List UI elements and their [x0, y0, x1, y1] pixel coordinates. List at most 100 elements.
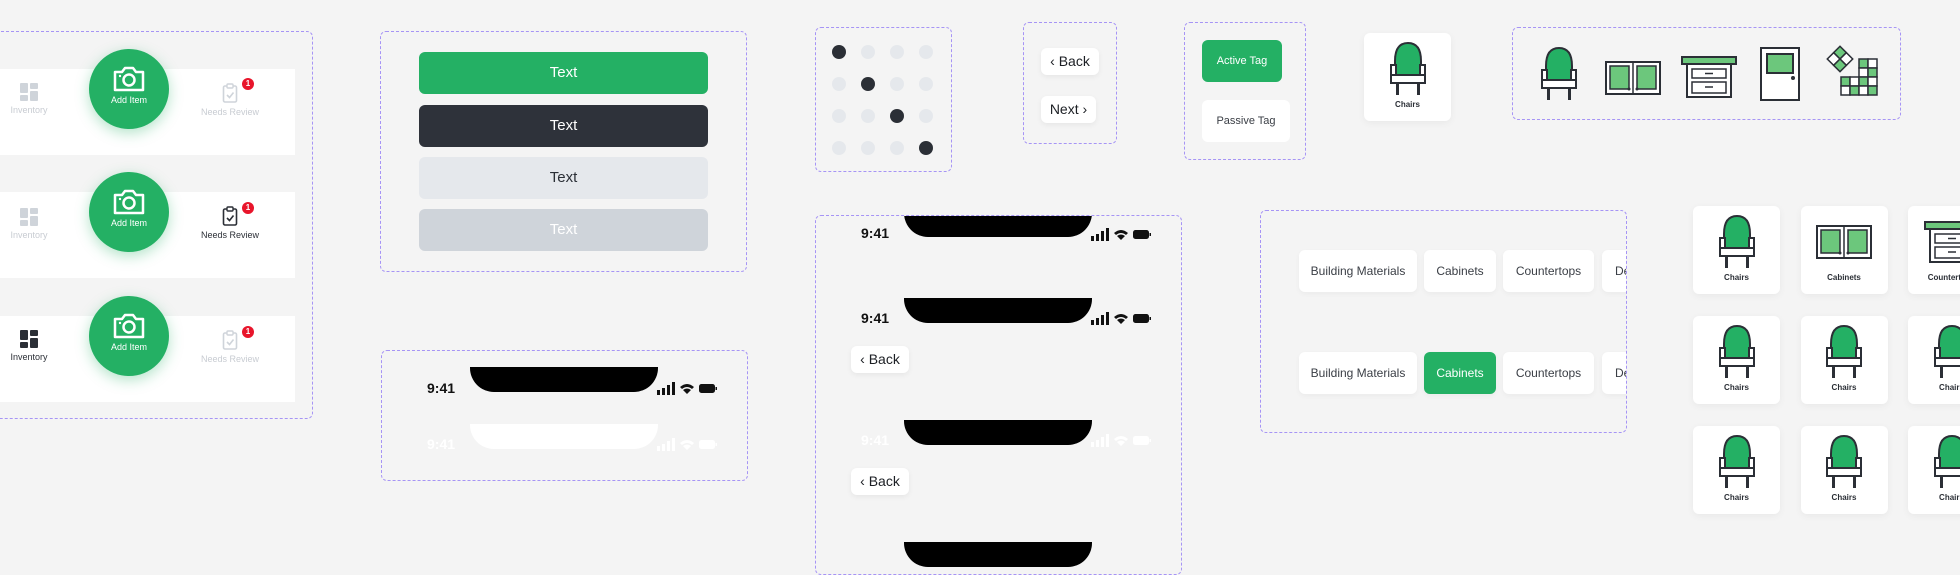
- chip-countertops[interactable]: Countertops: [1503, 250, 1594, 292]
- inventory-icon: [20, 83, 38, 101]
- dot-inactive: [890, 141, 904, 155]
- notch: [904, 542, 1092, 567]
- inventory-icon: [20, 208, 38, 226]
- back-label: Back: [1059, 53, 1090, 69]
- chair-icon: [1932, 324, 1960, 380]
- chair-icon: [1824, 434, 1864, 490]
- category-card-chairs[interactable]: Chairs: [1364, 33, 1451, 121]
- review-count-badge: 1: [242, 78, 254, 90]
- nav-item-inventory-label: Inventory: [10, 230, 47, 240]
- status-time: 9:41: [861, 310, 889, 326]
- back-button[interactable]: ‹ Back: [851, 468, 909, 495]
- notch: [904, 298, 1092, 323]
- category-card-chairs[interactable]: Chairs: [1908, 426, 1960, 514]
- nav-item-inventory[interactable]: Inventory: [0, 330, 69, 362]
- secondary-button[interactable]: Text: [419, 157, 708, 199]
- review-count-badge: 1: [242, 202, 254, 214]
- card-label: Chairs: [1939, 383, 1960, 392]
- chevron-left-icon: ‹: [860, 351, 865, 367]
- signal-wifi-battery-icon: [1091, 228, 1151, 242]
- dot-inactive: [832, 77, 846, 91]
- chip-countertops[interactable]: Countertops: [1503, 352, 1594, 394]
- nav-item-needs-review[interactable]: Needs Review: [190, 83, 270, 117]
- chair-icon: [1388, 41, 1428, 97]
- add-item-button[interactable]: Add Item: [89, 296, 169, 376]
- dot-inactive: [919, 45, 933, 59]
- dark-button[interactable]: Text: [419, 105, 708, 147]
- chip-partial[interactable]: De: [1602, 352, 1626, 394]
- category-card-chairs[interactable]: Chairs: [1908, 316, 1960, 404]
- card-label: Chairs: [1832, 493, 1857, 502]
- chair-icon: [1717, 324, 1757, 380]
- status-time: 9:41: [861, 432, 889, 448]
- chip-building-materials[interactable]: Building Materials: [1299, 250, 1417, 292]
- passive-tag[interactable]: Passive Tag: [1202, 100, 1290, 142]
- chip-row-1: Building Materials Cabinets Countertops …: [1260, 240, 1626, 300]
- card-label: Cabinets: [1827, 273, 1861, 282]
- active-tag[interactable]: Active Tag: [1202, 40, 1282, 82]
- status-time: 9:41: [427, 436, 455, 452]
- nav-item-inventory[interactable]: Inventory: [0, 83, 69, 115]
- card-label: Chairs: [1724, 383, 1749, 392]
- back-button[interactable]: ‹ Back: [1041, 48, 1099, 75]
- status-time: 9:41: [427, 380, 455, 396]
- dot-inactive: [832, 109, 846, 123]
- dot-inactive: [861, 141, 875, 155]
- back-label: Back: [869, 351, 900, 367]
- countertop-icon: [1681, 55, 1737, 99]
- chip-cabinets[interactable]: Cabinets: [1424, 352, 1496, 394]
- dot-active: [890, 109, 904, 123]
- door-icon: [1760, 47, 1800, 101]
- notch: [904, 420, 1092, 445]
- card-label: Chairs: [1724, 493, 1749, 502]
- signal-wifi-battery-icon: [1091, 434, 1151, 448]
- camera-icon: [112, 312, 146, 340]
- next-button[interactable]: Next ›: [1041, 96, 1096, 123]
- add-item-label: Add Item: [111, 95, 147, 105]
- category-card-chairs[interactable]: Chairs: [1693, 206, 1780, 294]
- cabinet-icon: [1816, 225, 1872, 259]
- chip-building-materials[interactable]: Building Materials: [1299, 352, 1417, 394]
- chip-partial[interactable]: De: [1602, 250, 1626, 292]
- nav-item-needs-review-label: Needs Review: [201, 107, 259, 117]
- nav-item-needs-review[interactable]: Needs Review: [190, 330, 270, 364]
- dot-active: [832, 45, 846, 59]
- clipboard-check-icon: [222, 330, 238, 350]
- category-card-chairs[interactable]: Chairs: [1693, 316, 1780, 404]
- back-button[interactable]: ‹ Back: [851, 346, 909, 373]
- chip-cabinets[interactable]: Cabinets: [1424, 250, 1496, 292]
- category-card-chairs[interactable]: Chairs: [1693, 426, 1780, 514]
- back-label: Back: [869, 473, 900, 489]
- chair-icon: [1717, 214, 1757, 270]
- countertop-icon: [1924, 220, 1960, 264]
- add-item-button[interactable]: Add Item: [89, 172, 169, 252]
- add-item-label: Add Item: [111, 342, 147, 352]
- dot-inactive: [890, 45, 904, 59]
- category-card-chairs[interactable]: Chairs: [1801, 426, 1888, 514]
- dot-inactive: [861, 45, 875, 59]
- chair-icon: [1717, 434, 1757, 490]
- nav-item-inventory[interactable]: Inventory: [0, 208, 69, 240]
- notch: [470, 367, 658, 392]
- dot-inactive: [919, 77, 933, 91]
- category-card-chairs[interactable]: Chairs: [1801, 316, 1888, 404]
- dot-inactive: [919, 109, 933, 123]
- chair-icon: [1932, 434, 1960, 490]
- notch: [904, 216, 1092, 237]
- dot-inactive: [861, 109, 875, 123]
- phone-header-1: 9:41: [816, 216, 1180, 246]
- dot-inactive: [890, 77, 904, 91]
- chair-icon: [1539, 46, 1579, 102]
- nav-item-needs-review-label: Needs Review: [201, 354, 259, 364]
- add-item-button[interactable]: Add Item: [89, 49, 169, 129]
- nav-item-needs-review[interactable]: Needs Review: [190, 206, 270, 240]
- status-time: 9:41: [861, 225, 889, 241]
- notch: [470, 424, 658, 449]
- category-card-cabinets[interactable]: Cabinets: [1801, 206, 1888, 294]
- tile-icon: [1826, 45, 1882, 101]
- category-card-countertops[interactable]: Countertops: [1908, 206, 1960, 294]
- inventory-icon: [20, 330, 38, 348]
- chevron-left-icon: ‹: [860, 473, 865, 489]
- primary-button[interactable]: Text: [419, 52, 708, 94]
- card-label: Chairs: [1395, 100, 1420, 109]
